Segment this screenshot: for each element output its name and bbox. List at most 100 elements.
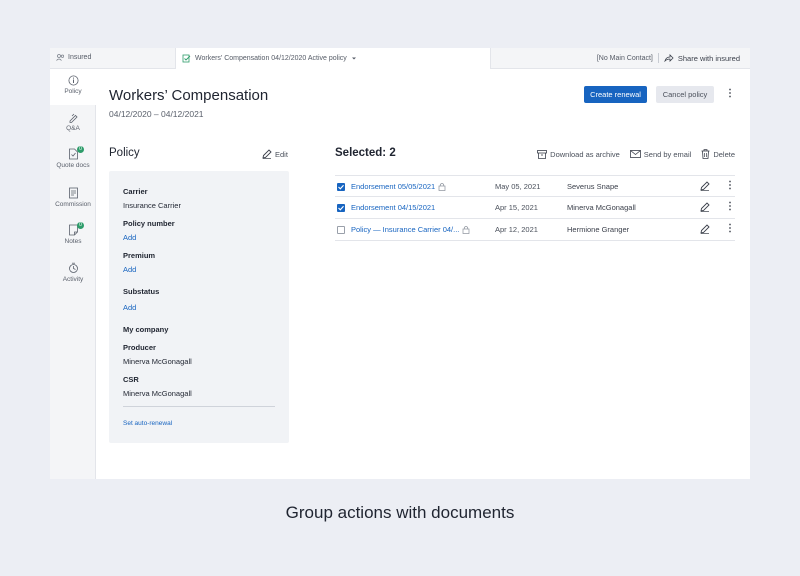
bulk-actions: Download as archive Send by email Delete [537,149,735,159]
sidebar-item-label: Quote docs [56,162,90,169]
document-date: Apr 15, 2021 [495,203,538,212]
checkmark-icon [338,184,344,190]
policy-number-add-link[interactable]: Add [123,233,136,242]
notes-badge: 0 [77,222,84,229]
topbar-actions: [No Main Contact] Share with insured [597,53,740,63]
policy-selector-label: Workers' Compensation 04/12/2020 Active … [195,55,347,62]
info-icon [68,75,78,86]
archive-icon [537,149,548,159]
document-date: Apr 12, 2021 [495,225,538,234]
policy-check-icon [182,54,191,63]
premium-add-link[interactable]: Add [123,265,136,274]
create-renewal-button[interactable]: Create renewal [584,86,647,103]
pencil-icon [262,149,272,159]
sidebar: Policy Q&A 0 Quote docs Commission 0 Not… [50,69,96,479]
more-options-icon[interactable]: ⋮ [725,89,735,99]
insured-tab[interactable]: Insured [56,54,91,61]
insured-label: Insured [68,54,92,61]
selected-count: Selected: 2 [335,147,396,159]
row-more-icon[interactable]: ⋮ [725,181,735,191]
sidebar-item-label: Policy [64,88,82,95]
sidebar-item-label: Commission [55,201,91,208]
main-contact[interactable]: [No Main Contact] [597,55,653,62]
row-more-icon[interactable]: ⋮ [725,224,735,234]
download-label: Download as archive [550,149,620,159]
edit-label: Edit [275,149,288,159]
lock-icon [438,183,446,191]
document-name: Endorsement 04/15/2021 [351,203,436,212]
document-name-link[interactable]: Endorsement 04/15/2021 [351,203,435,212]
policy-number-label: Policy number [123,219,175,228]
document-name: Policy — Insurance Carrier 04/... [351,225,460,234]
row-more-icon[interactable]: ⋮ [725,202,735,212]
row-edit-icon[interactable] [700,224,710,236]
csr-label: CSR [123,375,139,384]
send-label: Send by email [643,149,692,159]
app-window: Insured Workers' Compensation 04/12/2020… [50,48,750,479]
mail-icon [629,150,641,158]
download-archive-button[interactable]: Download as archive [537,149,620,159]
premium-label: Premium [123,251,156,260]
document-date: May 05, 2021 [495,182,541,191]
sidebar-item-label: Notes [64,238,82,245]
sidebar-item-qa[interactable]: Q&A [50,112,96,132]
document-name-link[interactable]: Endorsement 05/05/2021 [351,182,446,191]
delete-label: Delete [713,149,735,159]
divider [657,53,659,63]
document-name-link[interactable]: Policy — Insurance Carrier 04/... [351,225,470,234]
share-label: Share with insured [677,53,740,63]
sidebar-item-label: Q&A [66,125,80,132]
trash-icon [701,149,710,159]
share-button[interactable]: Share with insured [664,54,740,63]
delete-button[interactable]: Delete [701,149,735,159]
chevron-down-icon [351,57,356,60]
people-icon [56,54,65,61]
policy-heading: Policy [109,147,140,159]
send-email-button[interactable]: Send by email [629,149,692,159]
quote-docs-badge: 0 [77,146,84,153]
commission-icon [68,187,78,199]
share-icon [664,54,674,62]
csr-value: Minerva McGonagall [123,389,192,398]
caption: Group actions with documents [285,503,515,522]
set-auto-renewal-link[interactable]: Set auto-renewal [123,420,172,427]
row-edit-icon[interactable] [700,202,710,214]
substatus-add-link[interactable]: Add [123,303,136,312]
row-edit-icon[interactable] [700,181,710,193]
top-bar: Insured Workers' Compensation 04/12/2020… [50,48,750,69]
my-company-label: My company [123,325,169,334]
policy-selector[interactable]: Workers' Compensation 04/12/2020 Active … [175,48,491,69]
table-row[interactable]: Endorsement 04/15/2021 Apr 15, 2021 Mine… [335,197,735,219]
sidebar-item-quote-docs[interactable]: 0 Quote docs [50,146,96,169]
row-checkbox[interactable] [337,226,345,234]
carrier-label: Carrier [123,187,148,196]
carrier-value: Insurance Carrier [123,201,181,210]
sidebar-item-label: Activity [62,276,84,283]
lock-icon [463,226,470,234]
qa-icon [69,113,78,123]
document-user: Severus Snape [567,182,619,191]
table-row[interactable]: Policy — Insurance Carrier 04/... Apr 12… [335,219,735,241]
page-title: Workers’ Compensation [109,87,269,104]
row-checkbox[interactable] [337,183,345,191]
policy-details-card: Carrier Insurance Carrier Policy number … [109,171,289,443]
sidebar-item-policy[interactable]: Policy [50,69,96,105]
edit-button[interactable]: Edit [262,149,288,159]
substatus-label: Substatus [123,287,160,296]
document-user: Minerva McGonagall [567,203,636,212]
sidebar-item-commission[interactable]: Commission [50,187,96,208]
producer-value: Minerva McGonagall [123,357,192,366]
document-name: Endorsement 05/05/2021 [351,182,436,191]
divider [123,406,275,407]
activity-icon [68,262,78,273]
producer-label: Producer [123,343,156,352]
document-user: Hermione Granger [567,225,630,234]
documents-table: Endorsement 05/05/2021 May 05, 2021 Seve… [335,175,735,241]
sidebar-item-notes[interactable]: 0 Notes [50,222,96,245]
cancel-policy-button[interactable]: Cancel policy [656,86,714,103]
sidebar-item-activity[interactable]: Activity [50,262,96,283]
policy-dates: 04/12/2020 – 04/12/2021 [109,109,204,119]
table-row[interactable]: Endorsement 05/05/2021 May 05, 2021 Seve… [335,175,735,197]
row-checkbox[interactable] [337,204,345,212]
checkmark-icon [338,205,344,211]
